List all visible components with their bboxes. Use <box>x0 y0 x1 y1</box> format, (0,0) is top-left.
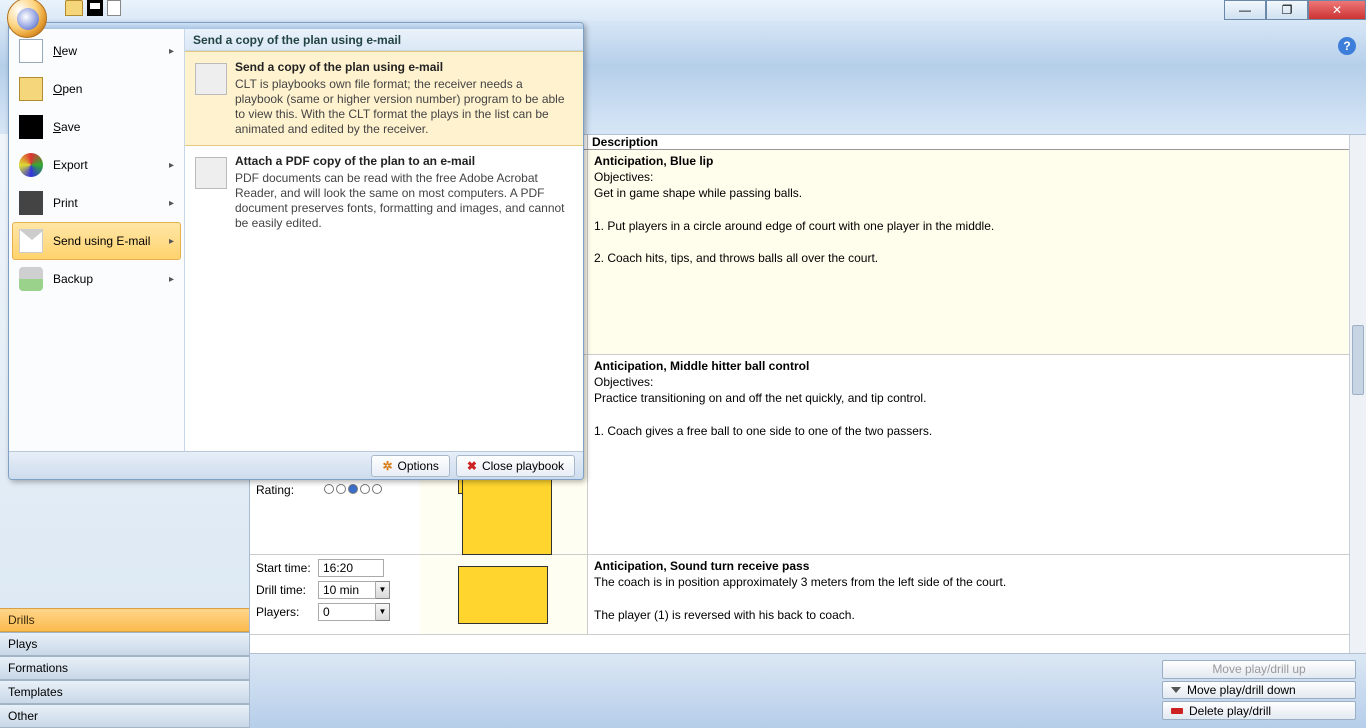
submenu-title: Send a copy of the plan using e-mail <box>235 60 573 74</box>
dropdown-icon[interactable]: ▼ <box>376 581 390 599</box>
menu-item-export[interactable]: Export▸ <box>12 146 181 184</box>
menu-item-backup[interactable]: Backup▸ <box>12 260 181 298</box>
title-bar: — ❐ ✕ <box>0 0 1366 21</box>
delete-button[interactable]: Delete play/drill <box>1162 701 1356 720</box>
submenu-arrow-icon: ▸ <box>169 274 174 285</box>
email-icon <box>19 229 43 253</box>
app-menu-right-header: Send a copy of the plan using e-mail <box>185 29 583 51</box>
help-icon[interactable]: ? <box>1338 37 1356 55</box>
rating-label: Rating: <box>256 483 306 497</box>
drill-description: The coach is in position approximately 3… <box>594 574 1360 623</box>
folder-icon <box>65 0 83 16</box>
application-menu: New▸OpenSaveExport▸Print▸Send using E-ma… <box>8 22 584 480</box>
submenu-description: CLT is playbooks own file format; the re… <box>235 77 573 137</box>
submenu-arrow-icon: ▸ <box>169 160 174 171</box>
menu-item-label: Open <box>53 82 174 96</box>
close-playbook-button[interactable]: ✖Close playbook <box>456 455 575 477</box>
menu-item-label: Send using E-mail <box>53 234 169 248</box>
drill-description: Objectives:Get in game shape while passi… <box>594 169 1360 266</box>
drill-time-label: Drill time: <box>256 583 318 597</box>
menu-item-label: Export <box>53 158 169 172</box>
menu-item-new[interactable]: New▸ <box>12 32 181 70</box>
save-icon[interactable] <box>87 0 103 16</box>
nav-drills[interactable]: Drills <box>0 608 249 632</box>
menu-item-save[interactable]: Save <box>12 108 181 146</box>
submenu-icon <box>195 63 227 95</box>
nav-templates[interactable]: Templates <box>0 680 249 704</box>
thumb-peek <box>440 468 573 564</box>
drill-time-select[interactable]: 10 min <box>318 581 376 599</box>
nav-other[interactable]: Other <box>0 704 249 728</box>
submenu-item[interactable]: Send a copy of the plan using e-mail CLT … <box>185 51 583 146</box>
options-button[interactable]: ✲Options <box>371 455 449 477</box>
app-menu-left: New▸OpenSaveExport▸Print▸Send using E-ma… <box>9 29 185 451</box>
menu-item-print[interactable]: Print▸ <box>12 184 181 222</box>
minimize-button[interactable]: — <box>1224 0 1266 20</box>
document-icon[interactable] <box>107 0 121 16</box>
drill-title: Anticipation, Middle hitter ball control <box>594 358 1360 374</box>
export-icon <box>19 153 43 177</box>
submenu-arrow-icon: ▸ <box>169 46 174 57</box>
arrow-down-icon <box>1171 687 1181 693</box>
drill-title: Anticipation, Sound turn receive pass <box>594 558 1360 574</box>
submenu-title: Attach a PDF copy of the plan to an e-ma… <box>235 154 573 168</box>
submenu-icon <box>195 157 227 189</box>
start-time-input[interactable]: 16:20 <box>318 559 384 577</box>
close-button[interactable]: ✕ <box>1308 0 1366 20</box>
footer-bar: Move play/drill up Move play/drill down … <box>250 654 1366 728</box>
grid-header-description: Description <box>588 135 1366 149</box>
players-label: Players: <box>256 605 318 619</box>
rating-dots[interactable] <box>324 483 384 497</box>
submenu-item[interactable]: Attach a PDF copy of the plan to an e-ma… <box>185 146 583 239</box>
delete-icon <box>1171 708 1183 714</box>
table-row[interactable]: Start time:16:20Drill time:10 min▼ Player… <box>250 555 1366 635</box>
open-icon <box>19 77 43 101</box>
save-icon <box>19 115 43 139</box>
dropdown-icon[interactable]: ▼ <box>376 603 390 621</box>
drill-title: Anticipation, Blue lip <box>594 153 1360 169</box>
players-select[interactable]: 0 <box>318 603 376 621</box>
menu-item-label: Save <box>53 120 174 134</box>
rating-row-peek: Rating: <box>256 483 384 497</box>
vertical-scrollbar[interactable] <box>1349 135 1366 653</box>
submenu-description: PDF documents can be read with the free … <box>235 171 573 231</box>
nav-plays[interactable]: Plays <box>0 632 249 656</box>
maximize-button[interactable]: ❐ <box>1266 0 1308 20</box>
print-icon <box>19 191 43 215</box>
drill-thumbnail <box>420 555 587 634</box>
nav-formations[interactable]: Formations <box>0 656 249 680</box>
menu-item-label: Print <box>53 196 169 210</box>
menu-item-open[interactable]: Open <box>12 70 181 108</box>
menu-item-label: New <box>53 44 169 58</box>
menu-item-label: Backup <box>53 272 169 286</box>
move-up-button: Move play/drill up <box>1162 660 1356 679</box>
start-time-label: Start time: <box>256 561 318 575</box>
move-down-button[interactable]: Move play/drill down <box>1162 681 1356 700</box>
new-icon <box>19 39 43 63</box>
backup-icon <box>19 267 43 291</box>
submenu-arrow-icon: ▸ <box>169 236 174 247</box>
menu-item-send-using-e-mail[interactable]: Send using E-mail▸ <box>12 222 181 260</box>
submenu-arrow-icon: ▸ <box>169 198 174 209</box>
drill-description: Objectives:Practice transitioning on and… <box>594 374 1360 439</box>
